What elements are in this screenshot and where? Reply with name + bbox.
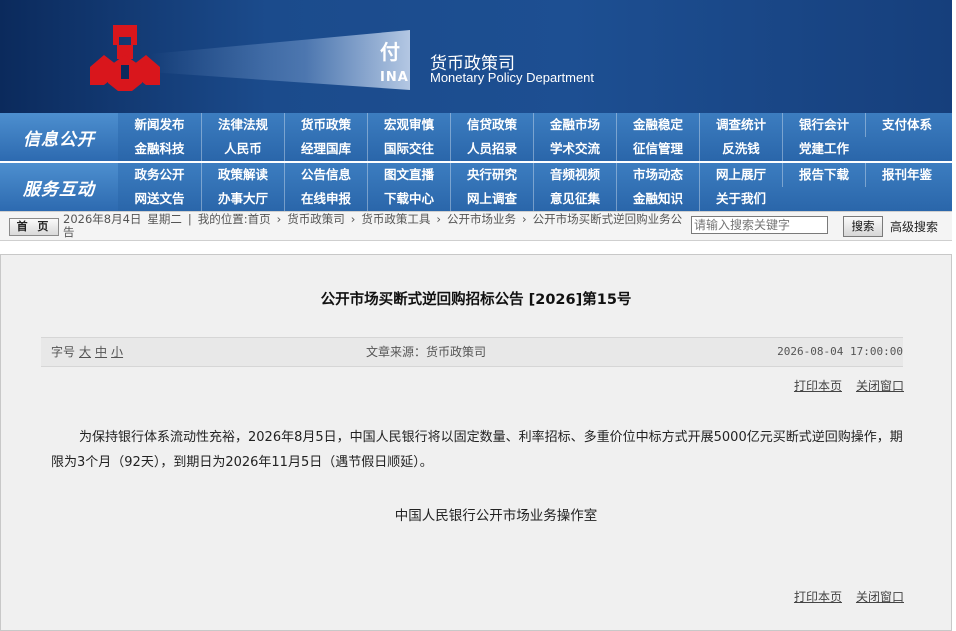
search-button[interactable]: 搜索 — [843, 216, 883, 237]
article-title: 公开市场买断式逆回购招标公告 [2026]第15号 — [320, 292, 632, 308]
font-size-control: 字号大中小 — [51, 338, 123, 366]
dept-name-en: Monetary Policy Department — [430, 70, 595, 85]
nav-item[interactable]: 网上展厅 — [699, 163, 782, 187]
font-small-link[interactable]: 小 — [111, 345, 123, 359]
nav-item[interactable]: 调查统计 — [699, 113, 782, 137]
breadcrumb-link[interactable]: 货币政策司 — [287, 212, 345, 226]
advanced-search-link[interactable]: 高级搜索 — [890, 218, 938, 235]
nav-info-disclosure: 信息公开 新闻发布 法律法规 货币政策 宏观审慎 信贷政策 金融市场 金融稳定 … — [0, 113, 952, 161]
nav-item[interactable]: 金融知识 — [616, 187, 699, 211]
home-button[interactable]: 首 页 — [9, 218, 59, 236]
close-window-link[interactable]: 关闭窗口 — [856, 379, 904, 393]
nav-item[interactable]: 经理国库 — [284, 137, 367, 161]
print-link[interactable]: 打印本页 — [794, 590, 842, 604]
article-container: 公开市场买断式逆回购招标公告 [2026]第15号 字号大中小 文章来源：货币政… — [0, 254, 952, 631]
nav-item[interactable]: 反洗钱 — [699, 137, 782, 161]
close-window-link[interactable]: 关闭窗口 — [856, 590, 904, 604]
nav-info-label: 信息公开 — [0, 113, 118, 161]
nav-item[interactable]: 政策解读 — [201, 163, 284, 187]
current-date: 2026年8月4日 — [63, 212, 142, 226]
nav-service-interaction: 服务互动 政务公开 政策解读 公告信息 图文直播 央行研究 音频视频 市场动态 … — [0, 163, 952, 211]
nav-item[interactable]: 办事大厅 — [201, 187, 284, 211]
nav-item[interactable]: 在线申报 — [284, 187, 367, 211]
nav-item[interactable]: 人民币 — [201, 137, 284, 161]
nav-item[interactable]: 人员招录 — [450, 137, 533, 161]
nav-item[interactable]: 网上调查 — [450, 187, 533, 211]
nav-item[interactable]: 市场动态 — [616, 163, 699, 187]
font-large-link[interactable]: 大 — [79, 345, 91, 359]
nav-item[interactable]: 金融市场 — [533, 113, 616, 137]
nav-item[interactable]: 征信管理 — [616, 137, 699, 161]
nav-item[interactable]: 央行研究 — [450, 163, 533, 187]
nav-item[interactable]: 图文直播 — [367, 163, 450, 187]
font-medium-link[interactable]: 中 — [95, 345, 107, 359]
article-signature: 中国人民银行公开市场业务操作室 — [394, 508, 598, 524]
nav-item[interactable]: 政务公开 — [118, 163, 201, 187]
article-body: 为保持银行体系流动性充裕，2026年8月5日，中国人民银行将以固定数量、利率招标… — [51, 430, 903, 470]
nav-item[interactable]: 网送文告 — [118, 187, 201, 211]
nav-item[interactable]: 法律法规 — [201, 113, 284, 137]
nav-item[interactable]: 金融科技 — [118, 137, 201, 161]
article-source: 文章来源：货币政策司 — [366, 345, 487, 359]
nav-item[interactable]: 下载中心 — [367, 187, 450, 211]
print-link[interactable]: 打印本页 — [794, 379, 842, 393]
nav-service-label: 服务互动 — [0, 163, 118, 211]
banner-sweep-decoration — [150, 30, 410, 90]
nav-item[interactable]: 国际交往 — [367, 137, 450, 161]
breadcrumb-link[interactable]: 公开市场业务 — [447, 212, 516, 226]
search-input[interactable] — [691, 216, 828, 234]
breadcrumb: 2026年8月4日 星期二 | 我的位置:首页 › 货币政策司 › 货币政策工具 › 公开市场业务… — [63, 212, 683, 239]
breadcrumb-bar: 首 页 2026年8月4日 星期二 | 我的位置:首页 › 货币政策司 › 货币政策工具 › 公开… — [0, 211, 952, 241]
article-datetime: 2026-08-04 17:00:00 — [777, 345, 903, 358]
header-banner: 付 INA 货币政策司 Monetary Policy Department — [0, 0, 952, 113]
article-meta-bar: 字号大中小 文章来源：货币政策司 2026-08-04 17:00:00 — [41, 337, 903, 367]
breadcrumb-home-link[interactable]: 我的位置:首页 — [198, 212, 271, 226]
nav-item[interactable]: 关于我们 — [699, 187, 782, 211]
nav-item[interactable]: 报告下载 — [782, 163, 865, 187]
nav-item[interactable]: 货币政策 — [284, 113, 367, 137]
nav-item[interactable]: 支付体系 — [865, 113, 948, 137]
banner-fragment-text-2: INA — [380, 70, 409, 85]
nav-item[interactable]: 学术交流 — [533, 137, 616, 161]
nav-item[interactable]: 报刊年鉴 — [865, 163, 948, 187]
article-actions-bottom: 打印本页 关闭窗口 — [780, 588, 904, 605]
banner-fragment-text: 付 — [380, 40, 400, 64]
breadcrumb-link[interactable]: 货币政策工具 — [361, 212, 430, 226]
current-weekday: 星期二 — [147, 212, 182, 226]
nav-item[interactable]: 新闻发布 — [118, 113, 201, 137]
nav-item[interactable]: 宏观审慎 — [367, 113, 450, 137]
nav-item[interactable]: 银行会计 — [782, 113, 865, 137]
nav-item[interactable]: 党建工作 — [782, 137, 865, 161]
article-actions-top: 打印本页 关闭窗口 — [780, 377, 904, 394]
font-size-label: 字号 — [51, 345, 76, 359]
nav-item[interactable]: 信贷政策 — [450, 113, 533, 137]
nav-item[interactable]: 公告信息 — [284, 163, 367, 187]
nav-item[interactable]: 音频视频 — [533, 163, 616, 187]
nav-item[interactable]: 金融稳定 — [616, 113, 699, 137]
nav-item[interactable]: 意见征集 — [533, 187, 616, 211]
pboc-logo-icon — [90, 25, 160, 91]
